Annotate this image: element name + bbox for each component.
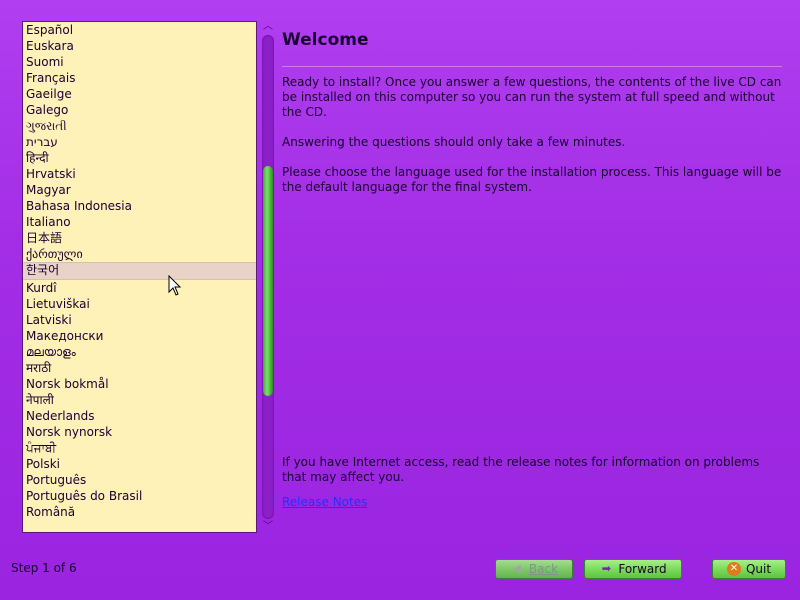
- quit-button[interactable]: ✕ Quit: [712, 559, 786, 579]
- language-item[interactable]: नेपाली: [23, 392, 256, 408]
- language-item[interactable]: Português: [23, 472, 256, 488]
- back-button-label: Back: [528, 562, 559, 576]
- language-item[interactable]: Gaeilge: [23, 86, 256, 102]
- language-item[interactable]: ગુજરાતી: [23, 118, 256, 134]
- release-notes-info-text: If you have Internet access, read the re…: [282, 455, 760, 484]
- language-list-scrollbar[interactable]: ︿ ﹀: [261, 21, 275, 533]
- language-item[interactable]: Magyar: [23, 182, 256, 198]
- language-item[interactable]: Suomi: [23, 54, 256, 70]
- quit-button-label: Quit: [745, 562, 772, 576]
- intro-text: Ready to install? Once you answer a few …: [282, 75, 782, 119]
- language-item[interactable]: Македонски: [23, 328, 256, 344]
- arrow-right-icon: ➡: [601, 562, 611, 575]
- time-note-text: Answering the questions should only take…: [282, 135, 626, 149]
- language-item[interactable]: Norsk nynorsk: [23, 424, 256, 440]
- language-item[interactable]: हिन्दी: [23, 150, 256, 166]
- language-item[interactable]: Español: [23, 22, 256, 38]
- language-list[interactable]: Español Euskara Suomi Français Gaeilge Galego…: [22, 21, 257, 533]
- forward-button[interactable]: ➡ Forward: [584, 559, 682, 579]
- language-item[interactable]: मराठी: [23, 360, 256, 376]
- language-item[interactable]: Lietuviškai: [23, 296, 256, 312]
- scroll-up-arrow-icon[interactable]: ︿: [261, 21, 275, 33]
- scroll-down-arrow-icon[interactable]: ﹀: [261, 521, 275, 533]
- language-item[interactable]: 日本語: [23, 230, 256, 246]
- language-item[interactable]: മലയാളം: [23, 344, 256, 360]
- choose-language-text: Please choose the language used for the …: [282, 165, 782, 194]
- back-button[interactable]: ◀ Back: [495, 559, 573, 579]
- scroll-thumb[interactable]: [263, 166, 273, 396]
- language-item[interactable]: Norsk bokmål: [23, 376, 256, 392]
- language-item[interactable]: Kurdî: [23, 280, 256, 296]
- page-title: Welcome: [282, 30, 369, 50]
- language-item[interactable]: עברית: [23, 134, 256, 150]
- language-item[interactable]: Português do Brasil: [23, 488, 256, 504]
- language-item[interactable]: Polski: [23, 456, 256, 472]
- mouse-pointer-icon: [168, 275, 182, 296]
- step-indicator: Step 1 of 6: [11, 561, 77, 575]
- scroll-track[interactable]: [262, 35, 274, 519]
- language-item[interactable]: 한국어: [23, 262, 256, 280]
- language-item[interactable]: ਪੰਜਾਬੀ: [23, 440, 256, 456]
- quit-icon: ✕: [726, 562, 741, 576]
- title-separator: [282, 66, 782, 67]
- language-item[interactable]: Français: [23, 70, 256, 86]
- arrow-left-icon: ◀: [512, 562, 522, 575]
- language-item[interactable]: Hrvatski: [23, 166, 256, 182]
- forward-button-label: Forward: [618, 562, 667, 576]
- language-item[interactable]: Nederlands: [23, 408, 256, 424]
- release-notes-link[interactable]: Release Notes: [282, 495, 367, 509]
- language-item[interactable]: Bahasa Indonesia: [23, 198, 256, 214]
- language-item[interactable]: ქართული: [23, 246, 256, 262]
- language-item[interactable]: Română: [23, 504, 256, 520]
- language-item[interactable]: Galego: [23, 102, 256, 118]
- language-item[interactable]: Latviski: [23, 312, 256, 328]
- language-item[interactable]: Italiano: [23, 214, 256, 230]
- language-item[interactable]: Euskara: [23, 38, 256, 54]
